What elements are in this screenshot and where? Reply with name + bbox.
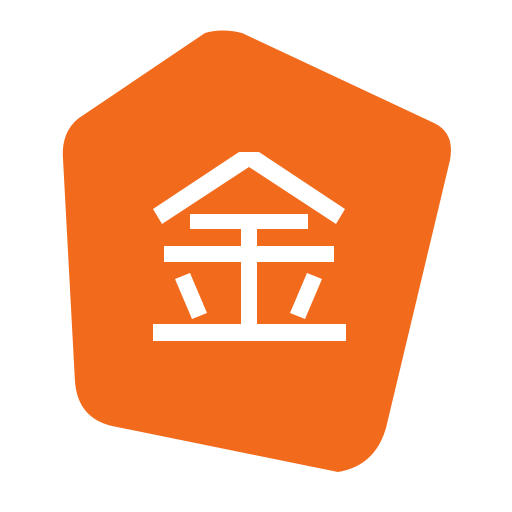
jin-logo-icon: 金 — [62, 30, 451, 472]
app-icon-canvas: 金 — [0, 0, 512, 512]
